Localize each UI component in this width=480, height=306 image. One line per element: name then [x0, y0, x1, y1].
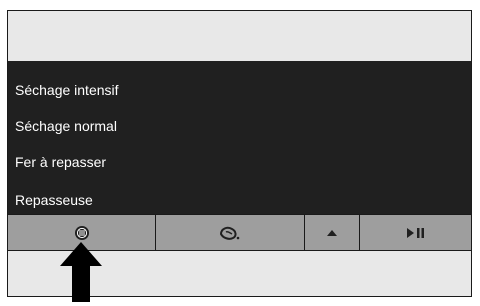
steam-drop-icon	[219, 226, 240, 240]
scroll-up-triangle-icon	[327, 229, 337, 236]
start-pause-button[interactable]	[360, 215, 471, 250]
scroll-up-button[interactable]	[305, 215, 360, 250]
program-menu: Séchage intensif Séchage normal Fer à re…	[8, 61, 471, 214]
menu-item-fer-a-repasser[interactable]: Fer à repasser	[15, 154, 106, 170]
menu-item-repasseuse[interactable]: Repasseuse	[15, 192, 93, 208]
menu-item-sechage-normal[interactable]: Séchage normal	[15, 118, 117, 134]
menu-item-sechage-intensif[interactable]: Séchage intensif	[15, 82, 119, 98]
play-pause-icon	[406, 227, 424, 238]
pointer-arrow-icon	[60, 242, 102, 302]
display-header-area	[8, 11, 471, 61]
steam-button[interactable]	[156, 215, 305, 250]
dry-intensive-icon	[74, 225, 89, 240]
